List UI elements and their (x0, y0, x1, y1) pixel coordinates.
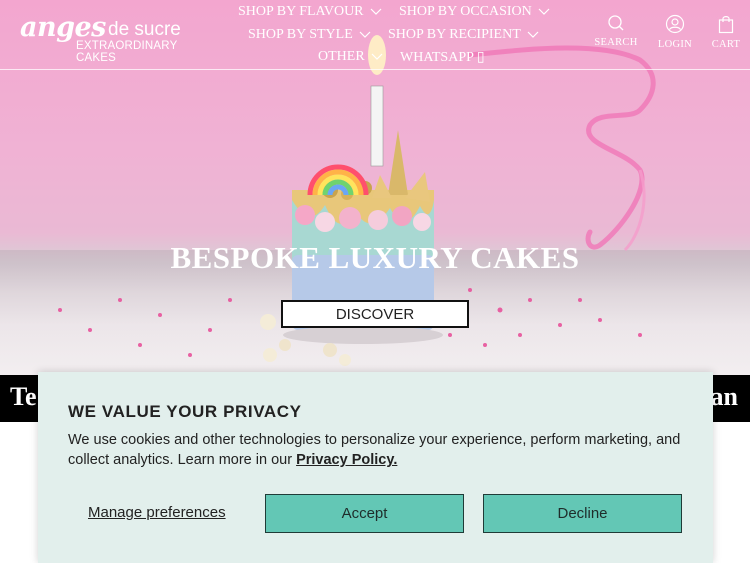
cookie-description: We use cookies and other technologies to… (68, 430, 688, 470)
search-label: SEARCH (594, 37, 638, 48)
site-header: anges de sucre EXTRAORDINARY CAKES SHOP … (0, 0, 750, 70)
accept-button[interactable]: Accept (265, 494, 464, 533)
nav-label: SHOP BY FLAVOUR (238, 4, 364, 19)
cart-bag-icon (718, 16, 734, 34)
cookie-title: WE VALUE YOUR PRIVACY (68, 402, 302, 421)
nav-label: WHATSAPP ▯ (400, 50, 485, 65)
decline-button[interactable]: Decline (483, 494, 682, 533)
chevron-down-icon (527, 31, 539, 38)
cart-label: CART (711, 39, 741, 50)
cart-button[interactable]: CART (696, 14, 750, 58)
nav-shop-by-style[interactable]: SHOP BY STYLE (248, 27, 371, 43)
chevron-down-icon (359, 31, 371, 38)
nav-label: SHOP BY STYLE (248, 27, 353, 42)
nav-shop-by-flavour[interactable]: SHOP BY FLAVOUR (238, 4, 382, 20)
search-icon (608, 15, 624, 31)
nav-label: SHOP BY RECIPIENT (388, 27, 521, 42)
user-icon (665, 14, 685, 34)
logo-line2: EXTRAORDINARY CAKES (76, 40, 178, 64)
chevron-down-icon (371, 53, 383, 60)
discover-button[interactable]: DISCOVER (281, 300, 469, 328)
search-button[interactable]: SEARCH (586, 14, 646, 58)
cookie-consent-banner: WE VALUE YOUR PRIVACY We use cookies and… (38, 372, 713, 563)
nav-other[interactable]: OTHER (318, 49, 383, 65)
press-logo-right: an (710, 382, 738, 411)
logo-script: anges (20, 12, 106, 43)
chevron-down-icon (370, 8, 381, 15)
main-nav: SHOP BY FLAVOUR SHOP BY OCCASION SHOP BY… (225, 0, 585, 70)
nav-label: SHOP BY OCCASION (399, 4, 532, 19)
nav-shop-by-occasion[interactable]: SHOP BY OCCASION (399, 4, 550, 20)
brand-logo[interactable]: anges de sucre EXTRAORDINARY CAKES (20, 12, 220, 64)
privacy-policy-link[interactable]: Privacy Policy. (296, 452, 397, 468)
chevron-down-icon (538, 8, 550, 15)
hero-title: BESPOKE LUXURY CAKES (170, 240, 580, 275)
manage-preferences-link[interactable]: Manage preferences (88, 504, 226, 521)
press-logo-left: Te (10, 382, 37, 411)
nav-shop-by-recipient[interactable]: SHOP BY RECIPIENT (388, 27, 539, 43)
nav-label: OTHER (318, 49, 365, 64)
nav-whatsapp[interactable]: WHATSAPP ▯ (400, 49, 485, 66)
logo-line1: de sucre (108, 19, 181, 40)
